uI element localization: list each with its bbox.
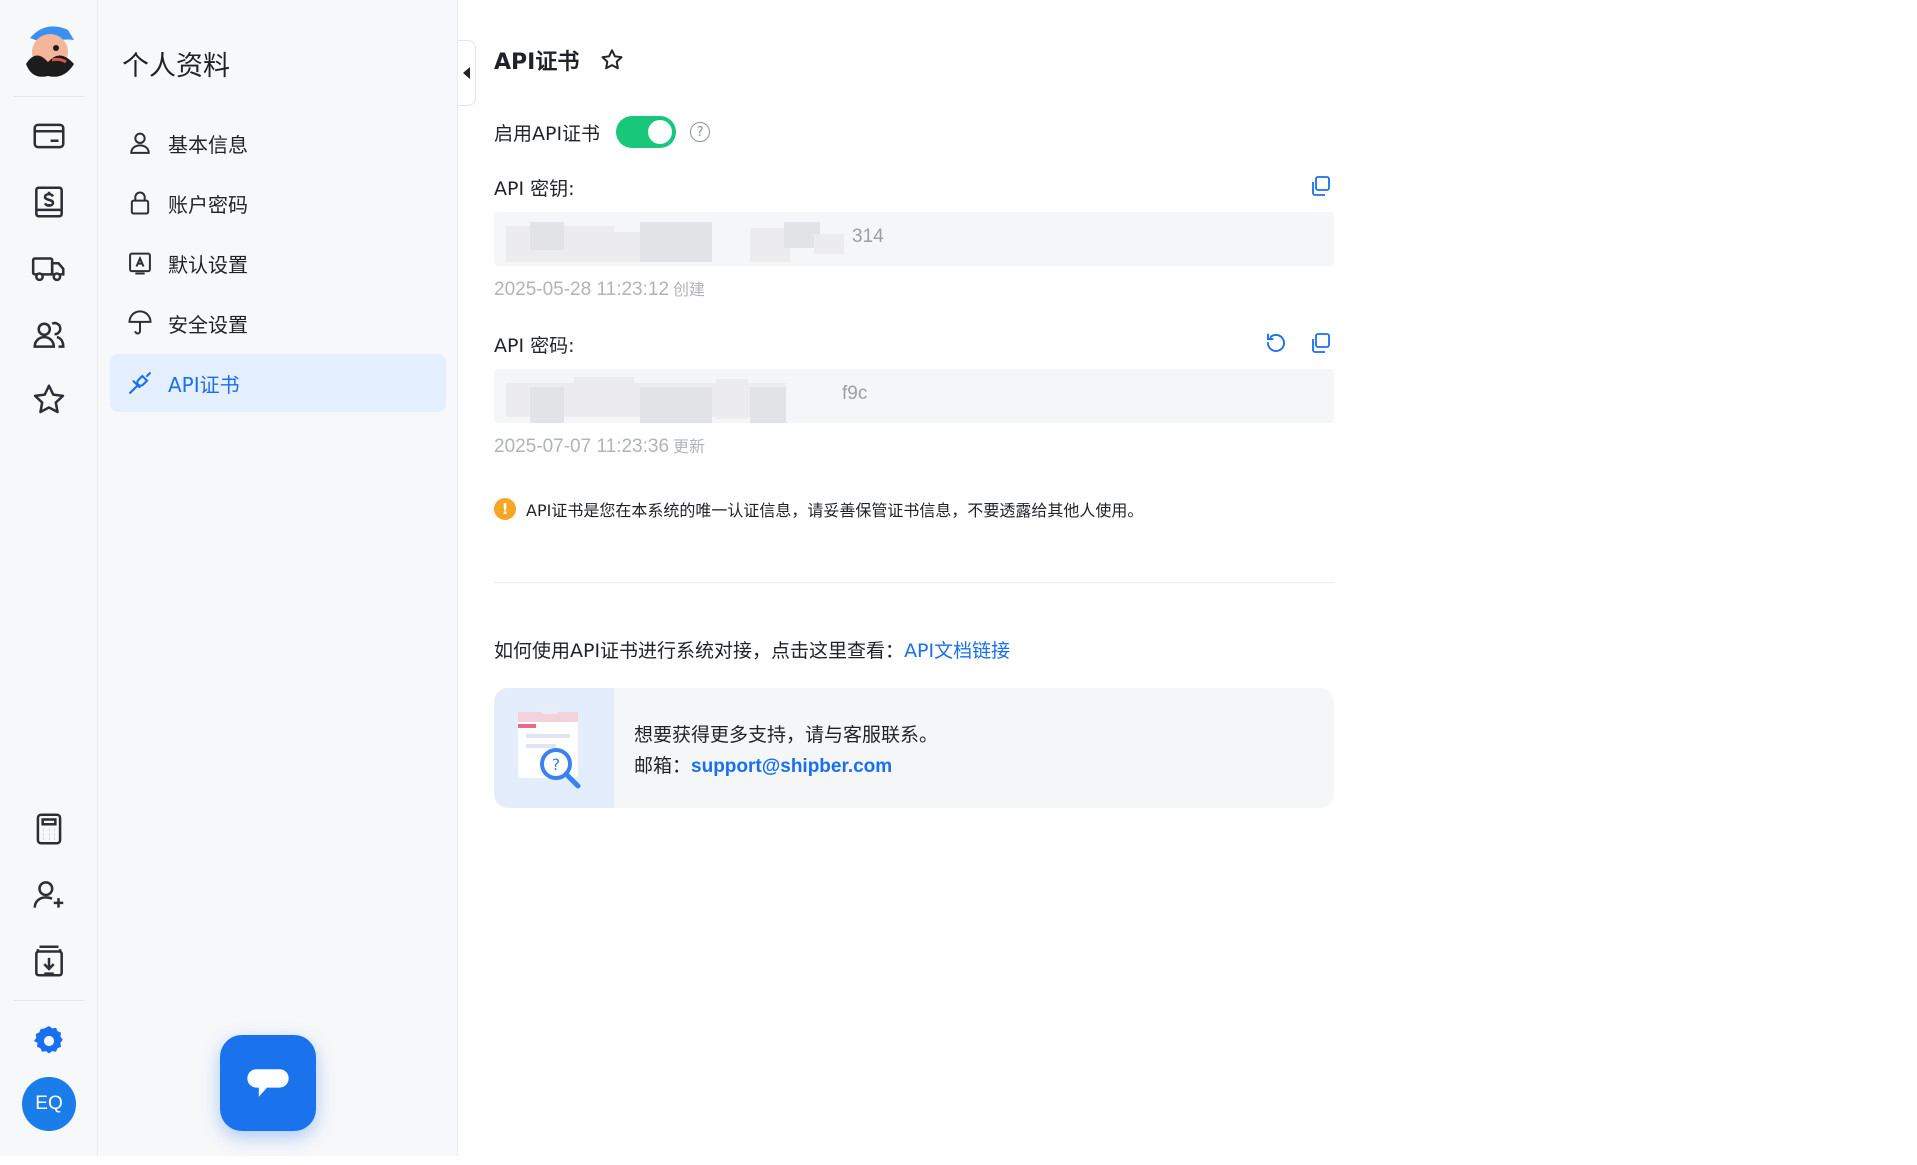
brand-logo[interactable]	[16, 18, 82, 84]
sidebar-menu: 基本信息 账户密码 默认设置 安全设置 API证书	[110, 114, 446, 414]
page-title-text: API证书	[494, 50, 580, 75]
sidebar-title: 个人资料	[122, 51, 230, 82]
sidebar-item-label: 默认设置	[168, 252, 248, 277]
sidebar-item-label: 基本信息	[168, 132, 248, 157]
sidebar-item-basic-info[interactable]: 基本信息	[110, 114, 446, 172]
api-docs-link[interactable]: API文档链接	[904, 640, 1010, 662]
wallet-icon[interactable]	[22, 109, 76, 163]
sidebar-item-account-password[interactable]: 账户密码	[110, 174, 446, 232]
user-icon	[130, 132, 150, 154]
profile-sidebar: 个人资料 基本信息 账户密码 默认设置 安全设置 API证书	[98, 0, 458, 1156]
sidebar-item-label: 账户密码	[168, 192, 248, 217]
star-icon[interactable]	[22, 373, 76, 427]
sidebar-collapse-toggle[interactable]	[458, 40, 476, 106]
favorite-star-icon[interactable]	[599, 47, 625, 73]
api-secret-updated: 2025-07-07 11:23:36 更新	[494, 433, 705, 458]
api-secret-updated-time: 2025-07-07 11:23:36	[494, 436, 670, 457]
add-user-icon[interactable]	[22, 868, 76, 922]
warning-icon: !	[494, 498, 516, 520]
support-illustration: ?	[494, 688, 614, 808]
icon-rail: EQ	[0, 0, 98, 1156]
copy-api-key-icon[interactable]	[1306, 172, 1334, 200]
enable-api-label: 启用API证书	[494, 122, 601, 145]
svg-text:?: ?	[552, 755, 561, 774]
refresh-api-secret-icon[interactable]	[1262, 329, 1290, 357]
support-card: ? 想要获得更多支持，请与客服联系。 邮箱：support@shipber.co…	[494, 688, 1334, 808]
enable-api-toggle[interactable]	[616, 116, 677, 148]
support-email-link[interactable]: support@shipber.com	[691, 756, 892, 777]
api-docs-line: 如何使用API证书进行系统对接，点击这里查看：API文档链接	[494, 636, 1010, 663]
download-box-icon[interactable]	[22, 934, 76, 988]
api-secret-updated-tag: 更新	[673, 437, 706, 456]
sidebar-item-api-certificate[interactable]: API证书	[110, 354, 446, 412]
api-secret-visible-suffix: f9c	[842, 383, 868, 404]
api-docs-prefix: 如何使用API证书进行系统对接，点击这里查看：	[494, 640, 905, 662]
api-key-created-time: 2025-05-28 11:23:12	[494, 279, 670, 300]
api-key-label: API 密钥:	[494, 178, 575, 200]
email-label: 邮箱：	[634, 755, 692, 777]
settings-a-icon	[129, 252, 151, 275]
security-notice-text: API证书是您在本系统的唯一认证信息，请妥善保管证书信息，不要透露给其他人使用。	[526, 501, 1144, 520]
calculator-icon[interactable]	[22, 802, 76, 856]
support-email-line: 邮箱：support@shipber.com	[634, 751, 938, 782]
lock-icon	[130, 191, 150, 215]
chat-bubble-icon	[247, 1069, 289, 1097]
api-key-visible-suffix: 314	[852, 226, 884, 247]
truck-icon[interactable]	[22, 241, 76, 295]
api-key-created-tag: 创建	[673, 280, 706, 299]
support-line: 想要获得更多支持，请与客服联系。	[634, 724, 939, 746]
security-notice: ! API证书是您在本系统的唯一认证信息，请妥善保管证书信息，不要透露给其他人使…	[494, 497, 1143, 521]
rail-divider	[14, 96, 84, 97]
sidebar-item-label: API证书	[168, 372, 240, 397]
api-key-actions	[1306, 172, 1334, 200]
gear-icon[interactable]	[22, 1014, 76, 1068]
copy-api-secret-icon[interactable]	[1306, 329, 1334, 357]
sidebar-item-label: 安全设置	[168, 312, 248, 337]
umbrella-icon	[128, 310, 152, 335]
api-secret-field[interactable]: f9c	[494, 369, 1334, 423]
help-icon[interactable]: ?	[690, 122, 711, 142]
plug-icon	[129, 372, 151, 394]
app-window: EQ 个人资料 基本信息 账户密码 默认设置 安全设置 API证书 API证书 …	[0, 0, 1917, 1165]
section-divider	[494, 582, 1334, 583]
chat-support-button[interactable]	[220, 1035, 316, 1131]
api-secret-label: API 密码:	[494, 335, 575, 357]
support-text: 想要获得更多支持，请与客服联系。 邮箱：support@shipber.com	[634, 720, 938, 782]
api-secret-actions	[1262, 329, 1334, 357]
users-icon[interactable]	[22, 307, 76, 361]
rail-divider	[14, 1000, 84, 1001]
sidebar-item-default-settings[interactable]: 默认设置	[110, 234, 446, 292]
api-key-created: 2025-05-28 11:23:12 创建	[494, 276, 705, 301]
api-key-field[interactable]: 314	[494, 212, 1334, 266]
dollar-receipt-icon[interactable]	[22, 175, 76, 229]
enable-api-row: 启用API证书 ?	[494, 116, 711, 148]
sidebar-item-security-settings[interactable]: 安全设置	[110, 294, 446, 352]
user-avatar[interactable]: EQ	[22, 1077, 76, 1131]
page-title: API证书	[494, 44, 625, 76]
